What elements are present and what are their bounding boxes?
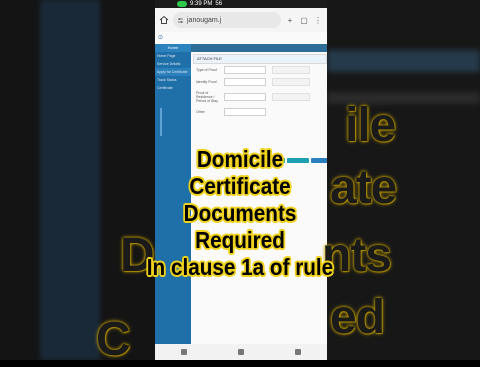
select-field[interactable]	[224, 66, 266, 74]
sidebar-item[interactable]: Service Details	[155, 60, 191, 68]
menu-icon[interactable]: ⋮	[313, 15, 323, 25]
page-header-icon: ⊙	[158, 34, 164, 41]
status-extra: 56	[215, 1, 223, 7]
form-row: Other	[193, 106, 327, 118]
submit-button[interactable]	[311, 158, 327, 163]
status-bar: 9:39 PM 56	[155, 0, 327, 8]
sidebar-item[interactable]: Track Status	[155, 76, 191, 84]
url-text: janougam.j	[187, 16, 222, 24]
form-row: Type of Proof	[193, 64, 327, 76]
status-time: 9:39 PM	[190, 1, 213, 7]
select-field[interactable]	[224, 93, 266, 101]
file-field[interactable]	[272, 93, 310, 101]
sidebar: Home Home Page Service Details Apply for…	[155, 44, 191, 344]
sidebar-item[interactable]: Apply for Certificate	[155, 68, 191, 76]
sidebar-scrollbar[interactable]	[160, 108, 162, 136]
web-page: ⊙ Home Home Page Service Details Apply f…	[155, 32, 327, 360]
android-nav-bar	[155, 344, 327, 360]
row-label: Type of Proof	[196, 68, 217, 72]
row-label: Identity Proof	[196, 80, 217, 84]
form-row: Identity Proof	[193, 76, 327, 88]
home-icon[interactable]	[159, 15, 169, 25]
file-field[interactable]	[272, 78, 310, 86]
background-right-panel	[327, 0, 480, 360]
back-icon[interactable]	[295, 349, 302, 355]
row-label: Proof of Residence / Period of Stay	[196, 91, 218, 103]
new-tab-icon[interactable]: +	[285, 15, 295, 25]
select-field[interactable]	[224, 78, 266, 86]
sidebar-title: Home	[155, 44, 191, 52]
card-header: ATTACH FILE	[193, 54, 327, 64]
form-area: ATTACH FILE Type of Proof Identity Proof…	[193, 54, 327, 174]
action-buttons	[263, 158, 327, 163]
row-label: Other	[196, 110, 205, 114]
sidebar-item[interactable]: Certificate	[155, 84, 191, 92]
form-row: Proof of Residence / Period of Stay	[193, 88, 327, 106]
select-field[interactable]	[224, 108, 266, 116]
next-button[interactable]	[287, 158, 309, 163]
save-button[interactable]	[263, 158, 285, 163]
site-settings-icon[interactable]	[177, 17, 184, 24]
file-field[interactable]	[272, 66, 310, 74]
recents-icon[interactable]	[180, 349, 187, 355]
url-field[interactable]: janougam.j	[173, 12, 281, 28]
browser-address-bar: janougam.j + ▢ ⋮	[155, 8, 327, 33]
home-nav-icon[interactable]	[237, 349, 244, 355]
background-left-panel	[0, 0, 155, 360]
mic-indicator-icon	[177, 1, 187, 7]
sidebar-item[interactable]: Home Page	[155, 52, 191, 60]
phone-screen: 9:39 PM 56 janougam.j + ▢ ⋮ ⊙ Home Home …	[155, 0, 327, 360]
tabs-icon[interactable]: ▢	[299, 15, 309, 25]
